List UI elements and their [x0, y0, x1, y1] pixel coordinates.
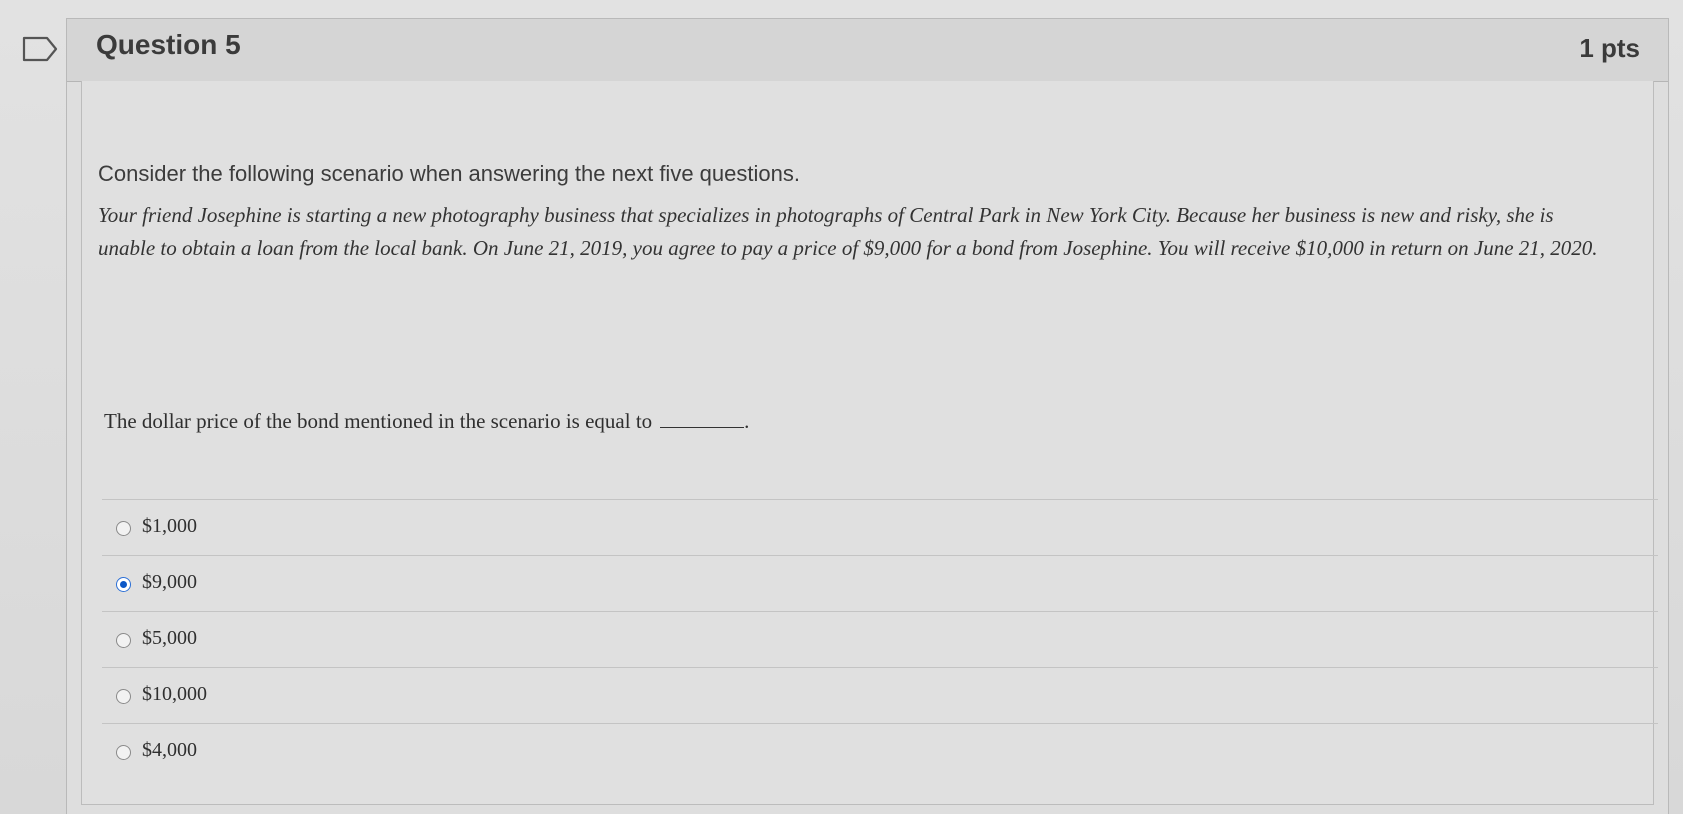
answer-option[interactable]: $4,000 — [102, 723, 1658, 779]
answer-label[interactable]: $4,000 — [142, 739, 197, 762]
answer-option[interactable]: $1,000 — [102, 499, 1658, 555]
question-prompt: The dollar price of the bond mentioned i… — [104, 409, 749, 434]
question-body: Consider the following scenario when ans… — [81, 81, 1658, 805]
question-prompt-text: The dollar price of the bond mentioned i… — [104, 409, 653, 433]
question-card: Question 5 1 pts Consider the following … — [66, 18, 1669, 814]
radio-button-icon[interactable] — [116, 521, 131, 536]
question-points: 1 pts — [1579, 33, 1640, 63]
question-header: Question 5 1 pts — [67, 19, 1668, 82]
scenario-intro: Consider the following scenario when ans… — [98, 161, 800, 186]
radio-button-icon[interactable] — [116, 633, 131, 648]
answer-option[interactable]: $5,000 — [102, 611, 1658, 667]
radio-button-icon[interactable] — [116, 745, 131, 760]
question-title: Question 5 — [96, 29, 241, 60]
answer-label[interactable]: $10,000 — [142, 683, 207, 706]
answer-list: $1,000 $9,000 $5,000 $10,000 $4,000 — [102, 499, 1658, 779]
flag-question-icon[interactable] — [22, 36, 58, 62]
radio-button-selected-icon[interactable] — [116, 577, 131, 592]
radio-button-icon[interactable] — [116, 689, 131, 704]
scenario-text: Your friend Josephine is starting a new … — [98, 203, 1598, 260]
answer-option[interactable]: $10,000 — [102, 667, 1658, 723]
answer-label[interactable]: $5,000 — [142, 627, 197, 650]
answer-blank — [660, 427, 745, 428]
question-prompt-end: . — [744, 409, 750, 433]
quiz-page: Question 5 1 pts Consider the following … — [0, 0, 1683, 814]
answer-label[interactable]: $1,000 — [142, 515, 197, 538]
answer-label[interactable]: $9,000 — [142, 571, 197, 594]
answer-option[interactable]: $9,000 — [102, 555, 1658, 611]
